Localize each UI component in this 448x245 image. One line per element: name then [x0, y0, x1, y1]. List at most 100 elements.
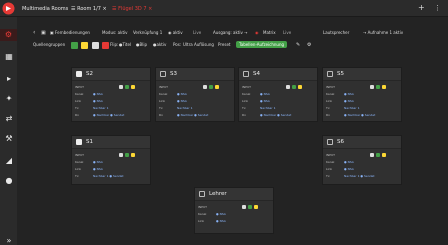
row-value[interactable]: ● NSA	[344, 159, 354, 165]
device-card-s6[interactable]: S6 INPUT Kanal ● NSA Link ● NSA Tx Nachbar 1 ● …	[322, 135, 402, 185]
device-card-s3[interactable]: S3 INPUT Kanal ● NSA Link ● NSA Tx Nachbar 1 Rx ●…	[155, 67, 235, 122]
status-green-icon[interactable]	[248, 205, 252, 209]
tab-multimedia-rooms[interactable]: Multimedia Rooms	[22, 4, 68, 14]
status-yellow-icon[interactable]	[254, 205, 258, 209]
status-green-icon[interactable]	[209, 85, 213, 89]
source-label[interactable]: ▣ Fernbedienungen	[50, 29, 90, 37]
more-menu-icon[interactable]: ⋮	[434, 3, 441, 13]
row-value[interactable]: Nachbar 1	[344, 105, 359, 111]
row-value[interactable]: ● NSA	[344, 166, 354, 172]
output-indicator[interactable]: ◉	[255, 29, 259, 37]
sidebar-item-routing[interactable]: ⇄	[3, 113, 15, 125]
card-checkbox[interactable]	[327, 139, 333, 145]
flip-all-toggle[interactable]: ●aktiv	[153, 41, 166, 49]
device-card-s1[interactable]: S1 INPUT Kanal ● NSA Link ● NSA Tx Nachbar 1 ● …	[71, 135, 151, 185]
input-indicator-icon[interactable]	[370, 153, 374, 157]
device-card-lehrer[interactable]: Lehrer INPUT Kanal ● NSA Link ● NSA	[194, 187, 274, 234]
tab-room[interactable]: ☰ Room 1/7 ×	[71, 4, 107, 14]
card-checkbox[interactable]	[76, 139, 82, 145]
row-value[interactable]: ● NSA	[93, 166, 103, 172]
row-value[interactable]: ● Nachbar ● Sendet	[93, 112, 124, 118]
sidebar-expand-icon[interactable]: »	[3, 235, 15, 245]
output-label[interactable]: Ausgang: aktiv →	[213, 29, 247, 37]
sidebar-item-dashboard[interactable]: ▦	[3, 51, 15, 63]
card-checkbox[interactable]	[199, 191, 205, 197]
status-green-icon[interactable]	[125, 153, 129, 157]
input-indicator-icon[interactable]	[286, 85, 290, 89]
row-value[interactable]: ● NSA	[177, 98, 187, 104]
pos-preset[interactable]: Preset	[218, 41, 230, 49]
sidebar-item-levels[interactable]: ◢	[3, 155, 15, 167]
edit-icon[interactable]: ▣	[41, 29, 46, 37]
row-value[interactable]: ● NSA	[93, 98, 103, 104]
input-indicator-icon[interactable]	[119, 85, 123, 89]
device-card-s5[interactable]: S5 INPUT Kanal ● NSA Link ● NSA Tx Nachbar 1 Rx ●…	[322, 67, 402, 122]
group-button-3[interactable]	[91, 41, 99, 49]
settings-gear-icon[interactable]: ⚙	[307, 41, 311, 49]
row-value[interactable]: ● NSA	[260, 98, 270, 104]
card-checkbox[interactable]	[243, 71, 249, 77]
row-label: Rx	[242, 113, 246, 117]
card-row: Tx Nachbar 1 ● Sendet	[75, 173, 147, 179]
tab-fluegel[interactable]: ☰ Flügel 3D 7 ×	[112, 4, 152, 14]
card-checkbox[interactable]	[327, 71, 333, 77]
row-value[interactable]: Nachbar 1	[260, 105, 275, 111]
group-select[interactable]: Verknüpfung 1	[133, 29, 162, 37]
card-checkbox[interactable]	[160, 71, 166, 77]
row-value[interactable]: ● NSA	[260, 91, 270, 97]
status-green-icon[interactable]	[376, 85, 380, 89]
group-button-4[interactable]	[101, 41, 109, 49]
record-toggle[interactable]: Tabellen-Aufzeichnung	[236, 41, 288, 49]
input-indicator-icon[interactable]	[370, 85, 374, 89]
filter-toggle[interactable]: ◉ aktiv	[168, 29, 183, 37]
row-value[interactable]: Nachbar 1	[177, 105, 192, 111]
input-indicator-icon[interactable]	[242, 205, 246, 209]
input-indicator-icon[interactable]	[203, 85, 207, 89]
sidebar-item-settings[interactable]: ⚙	[0, 29, 17, 41]
edit-pencil-icon[interactable]: ✎	[296, 41, 300, 49]
speaker-label[interactable]: Lautsprecher	[323, 29, 349, 37]
speaker-value[interactable]: → Aufnahme 1 aktiv	[363, 29, 403, 37]
sidebar-item-effects[interactable]: ✦	[3, 93, 15, 105]
status-yellow-icon[interactable]	[131, 85, 135, 89]
row-value[interactable]: ● NSA	[177, 91, 187, 97]
status-green-icon[interactable]	[125, 85, 129, 89]
group-button-2[interactable]	[81, 41, 89, 49]
status-yellow-icon[interactable]	[131, 153, 135, 157]
device-card-s4[interactable]: S4 INPUT Kanal ● NSA Link ● NSA Tx Nachbar 1 Rx ●…	[238, 67, 318, 122]
card-row: Rx ● Nachbar ● Sendet	[159, 112, 231, 118]
row-value[interactable]: ● NSA	[344, 91, 354, 97]
card-row: Link ● NSA	[198, 218, 270, 224]
matrix-label[interactable]: Matrix	[263, 29, 276, 37]
row-value[interactable]: ● NSA	[216, 211, 226, 217]
row-value[interactable]: ● NSA	[93, 91, 103, 97]
status-yellow-icon[interactable]	[298, 85, 302, 89]
row-value[interactable]: Nachbar 1 ● Sendet	[93, 173, 124, 179]
add-tab-icon[interactable]: +	[418, 3, 425, 13]
app-logo-icon[interactable]	[2, 2, 15, 15]
group-button-1[interactable]	[71, 41, 78, 49]
status-yellow-icon[interactable]	[382, 85, 386, 89]
card-checkbox[interactable]	[76, 71, 82, 77]
status-yellow-icon[interactable]	[215, 85, 219, 89]
device-card-s2[interactable]: S2 INPUT Kanal ● NSA Link ● NSA Tx Nachbar 1 Rx ●…	[71, 67, 151, 122]
flip-title-toggle[interactable]: ●Titel	[119, 41, 131, 49]
row-value[interactable]: Nachbar 1 ● Sendet	[344, 173, 375, 179]
sidebar-item-play[interactable]: ▸	[3, 73, 15, 85]
status-green-icon[interactable]	[292, 85, 296, 89]
row-value[interactable]: ● NSA	[93, 159, 103, 165]
pos-select[interactable]: Ultra Auflösung	[183, 41, 214, 49]
row-value[interactable]: ● Nachbar ● Sendet	[177, 112, 208, 118]
status-yellow-icon[interactable]	[382, 153, 386, 157]
row-value[interactable]: ● NSA	[216, 218, 226, 224]
flip-blip-toggle[interactable]: ●Blip	[136, 41, 147, 49]
back-icon[interactable]: ‹	[33, 29, 35, 37]
row-value[interactable]: ● NSA	[344, 98, 354, 104]
status-green-icon[interactable]	[376, 153, 380, 157]
row-value[interactable]: ● Nachbar ● Sendet	[260, 112, 291, 118]
sidebar-item-account[interactable]: ●	[3, 175, 15, 187]
input-indicator-icon[interactable]	[119, 153, 123, 157]
row-value[interactable]: Nachbar 1	[93, 105, 108, 111]
row-value[interactable]: ● Nachbar ● Sendet	[344, 112, 375, 118]
sidebar-item-tools[interactable]: ⚒	[3, 133, 15, 145]
